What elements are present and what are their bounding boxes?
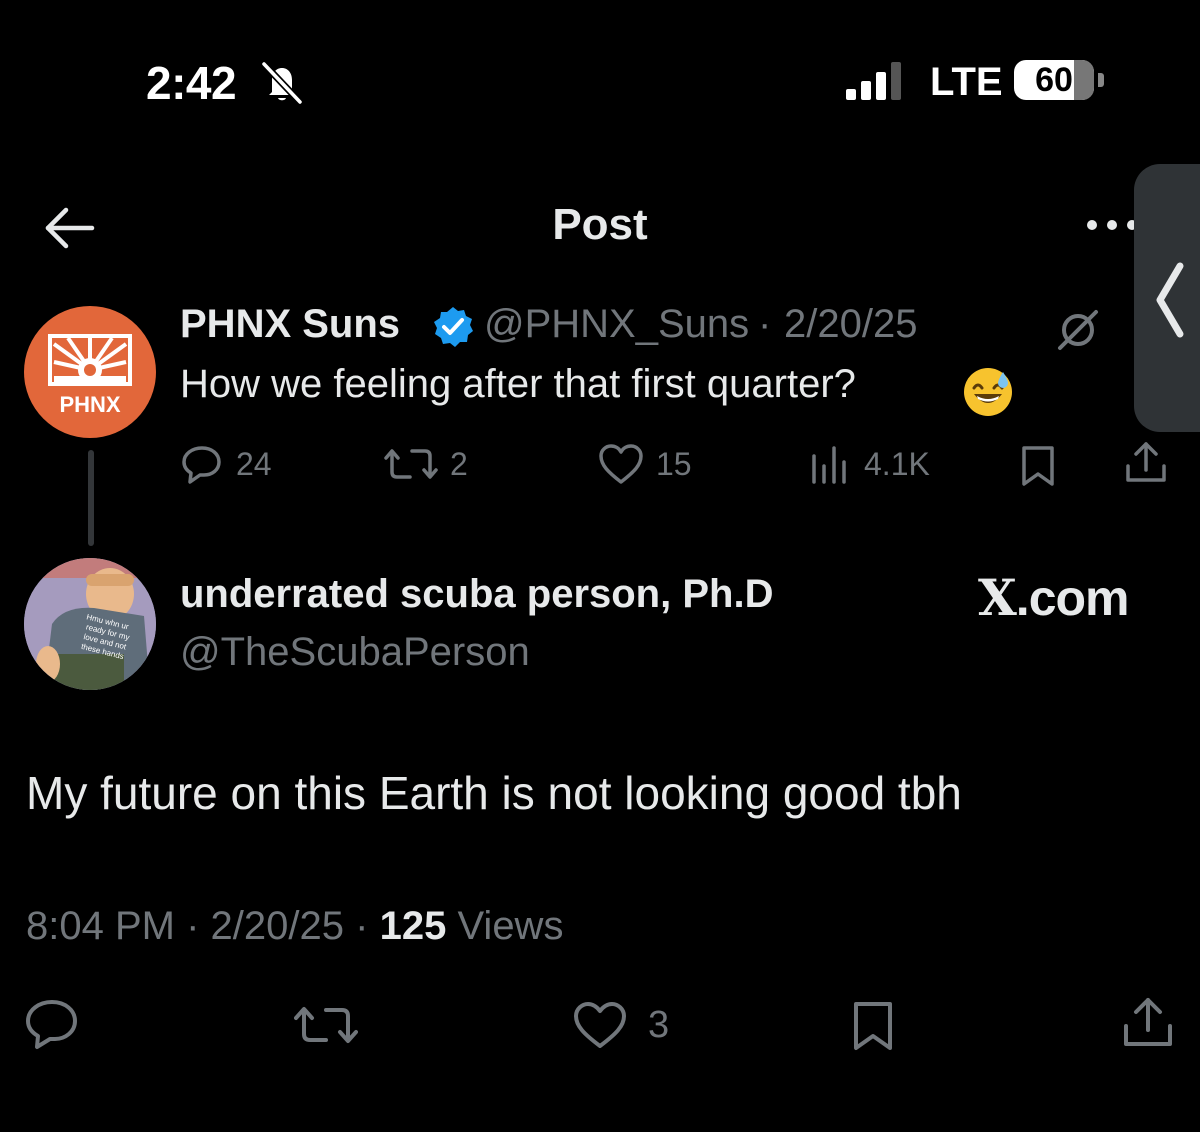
post-date: 2/20/25 xyxy=(784,302,918,346)
author-name[interactable]: PHNX Suns xyxy=(180,302,400,347)
bookmark-icon[interactable] xyxy=(850,1000,896,1052)
repost-count: 2 xyxy=(450,445,468,482)
bookmark-icon[interactable] xyxy=(1018,444,1058,488)
reply-like-count: 3 xyxy=(648,1003,670,1046)
reply-button[interactable]: 24 xyxy=(180,442,272,486)
status-time: 2:42 xyxy=(146,57,237,109)
page-title: Post xyxy=(552,200,648,249)
avatar-image: Hmu whn ur ready for my love and not the… xyxy=(24,558,156,690)
side-drawer-handle[interactable] xyxy=(1134,164,1200,432)
separator-dot: · xyxy=(758,302,772,346)
x-com-watermark: X.com xyxy=(978,568,1129,627)
author-handle[interactable]: @PHNX_Suns xyxy=(484,302,749,347)
sweat-smile-emoji xyxy=(964,368,1012,416)
reply-count: 24 xyxy=(236,445,272,482)
share-icon[interactable] xyxy=(1122,996,1174,1050)
reply-time: 8:04 PM xyxy=(26,904,175,948)
reply-like-button[interactable]: 3 xyxy=(572,1000,669,1050)
chevron-left-icon xyxy=(1156,262,1184,338)
network-type: LTE xyxy=(930,60,1003,104)
watermark-suffix: .com xyxy=(1015,570,1130,626)
verified-icon xyxy=(434,307,473,347)
thread-line xyxy=(88,450,94,546)
like-count: 15 xyxy=(656,445,692,482)
like-button[interactable]: 15 xyxy=(598,442,692,486)
meta-separator: · xyxy=(355,904,369,948)
reply-author-name[interactable]: underrated scuba person, Ph.D xyxy=(180,572,773,617)
repost-icon xyxy=(384,449,438,479)
like-icon xyxy=(599,444,643,484)
bell-off-icon xyxy=(261,61,303,105)
repost-icon[interactable] xyxy=(294,1000,358,1050)
phnx-logo: PHNX xyxy=(48,334,132,417)
signal-icon xyxy=(846,62,901,100)
battery-icon: 60 xyxy=(1014,60,1106,102)
grok-icon[interactable] xyxy=(1056,308,1100,352)
reply-text: My future on this Earth is not looking g… xyxy=(26,767,962,819)
share-icon[interactable] xyxy=(1124,440,1168,486)
reply-meta: 8:04 PM · 2/20/25 · 125 Views xyxy=(26,904,563,949)
repost-button[interactable]: 2 xyxy=(384,442,468,486)
views-button[interactable]: 4.1K xyxy=(808,442,930,486)
reply-views-label: Views xyxy=(457,904,564,948)
battery-level: 60 xyxy=(1035,61,1073,99)
meta-separator: · xyxy=(186,904,200,948)
views-count: 4.1K xyxy=(864,445,930,482)
like-icon xyxy=(574,1002,626,1048)
avatar-phnx-suns[interactable]: PHNX xyxy=(24,306,156,438)
reply-icon xyxy=(182,446,221,484)
reply-icon[interactable] xyxy=(24,998,80,1050)
x-logo-letter: X xyxy=(978,568,1017,627)
avatar-phnx-text: PHNX xyxy=(59,392,120,417)
views-icon xyxy=(812,446,846,484)
post-text: How we feeling after that first quarter? xyxy=(180,362,856,406)
avatar-scuba-person[interactable]: Hmu whn ur ready for my love and not the… xyxy=(24,558,156,690)
reply-views-count: 125 xyxy=(379,904,447,948)
reply-author-handle[interactable]: @TheScubaPerson xyxy=(180,630,530,675)
reply-date: 2/20/25 xyxy=(210,904,345,948)
